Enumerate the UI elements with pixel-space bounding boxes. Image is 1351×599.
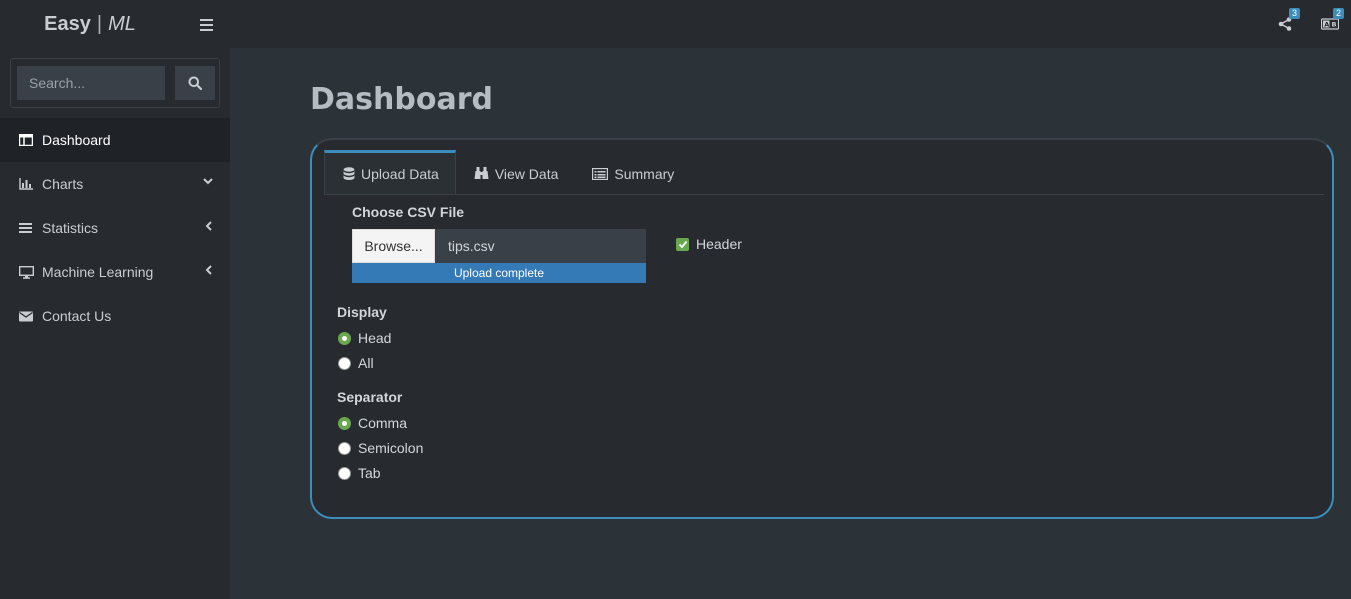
separator-option-comma[interactable]: Comma — [338, 415, 407, 431]
file-name-field[interactable]: tips.csv — [435, 229, 646, 263]
search-button[interactable] — [175, 66, 215, 100]
hamburger-icon — [200, 19, 213, 21]
display-option-head[interactable]: Head — [338, 330, 391, 346]
chevron-left-icon — [205, 265, 212, 275]
separator-label: Separator — [337, 389, 403, 405]
sidebar: Dashboard Charts — [0, 48, 230, 599]
chevron-down-icon — [203, 178, 213, 185]
header-checkbox-row[interactable]: Header — [676, 236, 742, 252]
sidebar-toggle-button[interactable] — [200, 14, 218, 34]
tab-label: Summary — [614, 165, 675, 182]
sidebar-item-dashboard[interactable]: Dashboard — [0, 118, 230, 162]
upload-progress-bar: Upload complete — [352, 263, 646, 283]
sidebar-item-label: Dashboard — [42, 132, 111, 148]
chevron-left-icon — [205, 221, 212, 231]
upload-progress-fill: Upload complete — [352, 263, 646, 283]
database-icon — [343, 166, 355, 181]
sidebar-item-label: Statistics — [42, 220, 99, 236]
envelope-icon — [18, 308, 34, 324]
sidebar-item-machine-learning[interactable]: Machine Learning — [0, 250, 230, 294]
list-icon — [18, 220, 34, 236]
file-input-label: Choose CSV File — [352, 204, 465, 220]
tab-upload-data[interactable]: Upload Data — [324, 150, 456, 194]
radio-button[interactable] — [338, 331, 351, 345]
binoculars-icon — [474, 167, 489, 180]
header-checkbox-label: Header — [696, 236, 742, 252]
separator-option-tab[interactable]: Tab — [338, 465, 381, 481]
tab-summary[interactable]: Summary — [574, 150, 690, 194]
top-navbar: Easy | ML 3 A B 2 — [0, 0, 1351, 48]
search-input[interactable] — [17, 66, 165, 100]
tab-view-data[interactable]: View Data — [456, 150, 575, 194]
sidebar-item-charts[interactable]: Charts — [0, 162, 230, 206]
header-checkbox[interactable] — [676, 237, 689, 251]
brand-easy: Easy — [44, 12, 91, 35]
radio-button[interactable] — [338, 441, 351, 455]
sidebar-menu: Dashboard Charts Statistics Machine Lear… — [0, 118, 230, 338]
display-label: Display — [337, 304, 387, 320]
svg-text:B: B — [1332, 21, 1337, 29]
sidebar-search-form — [10, 58, 220, 108]
separator-option-semicolon[interactable]: Semicolon — [338, 440, 423, 456]
radio-label: Semicolon — [358, 440, 424, 456]
radio-button[interactable] — [338, 416, 351, 430]
display-option-all[interactable]: All — [338, 355, 374, 371]
table-list-icon — [592, 167, 609, 180]
sidebar-item-contact-us[interactable]: Contact Us — [0, 294, 230, 338]
radio-label: All — [358, 355, 374, 371]
brand-separator: | — [96, 12, 103, 35]
page-title: Dashboard — [310, 82, 493, 117]
tab-label: View Data — [494, 165, 559, 182]
translate-button[interactable]: A B 2 — [1316, 8, 1346, 40]
tab-bar: Upload Data View Data Summary — [324, 150, 1324, 195]
brand-ml: ML — [108, 12, 136, 35]
upload-tab-box: Upload Data View Data Summary Choose CSV… — [310, 138, 1334, 519]
radio-label: Comma — [358, 415, 408, 431]
checkmark-icon — [678, 240, 687, 248]
radio-button[interactable] — [338, 356, 351, 370]
radio-button[interactable] — [338, 466, 351, 480]
radio-label: Tab — [358, 465, 381, 481]
translate-badge: 2 — [1332, 8, 1344, 19]
sidebar-item-statistics[interactable]: Statistics — [0, 206, 230, 250]
sidebar-item-label: Charts — [42, 176, 84, 192]
share-button[interactable]: 3 — [1272, 8, 1302, 40]
sidebar-item-label: Machine Learning — [42, 264, 154, 280]
radio-label: Head — [358, 330, 392, 346]
desktop-icon — [18, 264, 34, 280]
search-icon — [188, 76, 202, 90]
sidebar-item-label: Contact Us — [42, 308, 112, 324]
dashboard-icon — [18, 132, 34, 148]
svg-text:A: A — [1324, 21, 1329, 29]
share-badge: 3 — [1288, 8, 1300, 19]
brand-logo[interactable]: Easy | ML — [0, 0, 180, 48]
tab-label: Upload Data — [361, 165, 439, 182]
bar-chart-icon — [18, 176, 34, 192]
file-input-group: Browse... tips.csv — [352, 229, 646, 263]
browse-button[interactable]: Browse... — [352, 229, 435, 263]
